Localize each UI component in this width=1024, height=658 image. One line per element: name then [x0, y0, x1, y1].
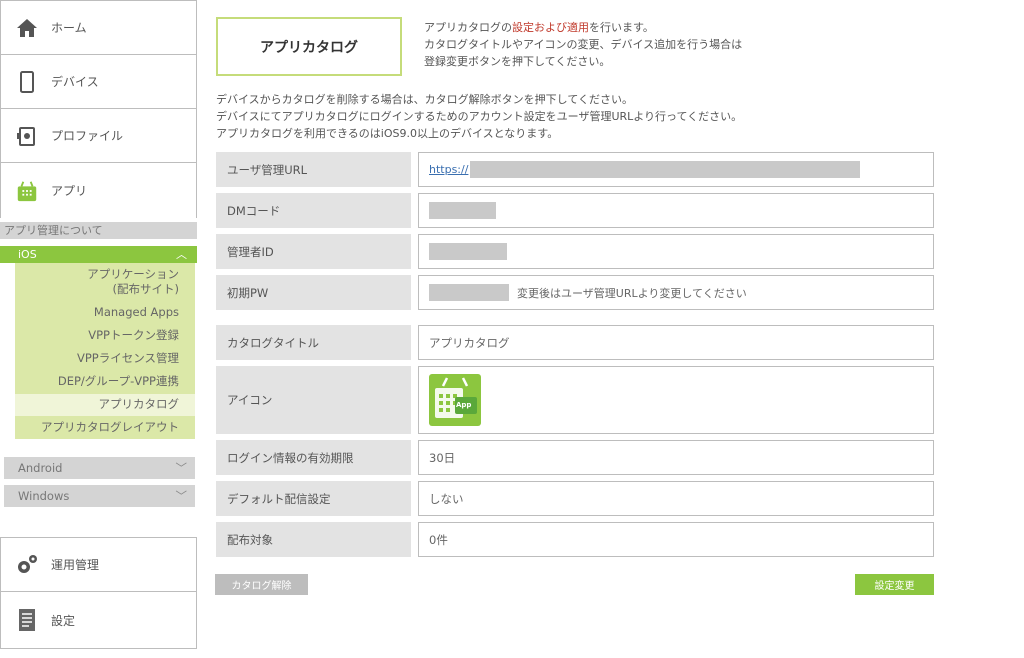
note-line2: デバイスにてアプリカタログにログインするためのアカウント設定をユーザ管理URLよ…: [216, 110, 743, 123]
intro-line1: アプリカタログの設定および適用を行います。: [424, 21, 654, 35]
sidebar: ホーム デバイス プロファイル アプリ アプリ管理について iOS ︿ アプリケ…: [0, 0, 197, 658]
login-expiry-label: ログイン情報の有効期限: [216, 440, 411, 475]
ios-section-toggle[interactable]: iOS ︿: [0, 246, 197, 263]
ios-submenu: アプリケーション (配布サイト) Managed Apps VPPトークン登録 …: [15, 263, 195, 439]
catalog-release-button[interactable]: カタログ解除: [215, 574, 308, 595]
intro-line1-highlight: 設定および適用: [512, 21, 589, 34]
ios-item-app-catalog-layout[interactable]: アプリカタログレイアウト: [41, 420, 179, 435]
nav-profile-label: プロファイル: [51, 129, 124, 143]
user-url-link[interactable]: https://: [429, 163, 468, 176]
ios-item-application-line2: (配布サイト): [112, 282, 179, 296]
note-line1: デバイスからカタログを削除する場合は、カタログ解除ボタンを押下してください。: [216, 93, 634, 106]
initial-pw-redacted: [429, 284, 509, 301]
icon-label: アイコン: [216, 366, 411, 434]
catalog-title-field: アプリカタログ: [418, 325, 934, 360]
android-section-toggle[interactable]: Android ﹀: [4, 457, 195, 479]
nav-profile[interactable]: プロファイル: [0, 108, 197, 163]
default-dist-label: デフォルト配信設定: [216, 481, 411, 516]
user-url-redacted: [470, 161, 861, 178]
ios-item-application-line1: アプリケーション: [87, 267, 179, 281]
ios-item-managed-apps[interactable]: Managed Apps: [94, 305, 179, 320]
intro-line3: 登録変更ボタンを押下してください。: [424, 55, 611, 68]
profile-icon: [15, 124, 39, 148]
android-label: Android: [18, 461, 63, 475]
nav-settings[interactable]: 設定: [0, 591, 197, 649]
chevron-up-icon: ︿: [176, 248, 187, 261]
admin-id-label: 管理者ID: [216, 234, 411, 269]
user-url-field: https://: [418, 152, 934, 187]
ios-item-dep-group-vpp[interactable]: DEP/グループ-VPP連携: [58, 374, 179, 389]
windows-label: Windows: [18, 489, 70, 503]
ios-label: iOS: [18, 248, 37, 261]
admin-id-redacted: [429, 243, 507, 260]
dist-target-field: 0件: [418, 522, 934, 557]
nav-app[interactable]: アプリ: [0, 162, 197, 218]
admin-id-field: [418, 234, 934, 269]
icon-field: App: [418, 366, 934, 434]
user-url-label: ユーザ管理URL: [216, 152, 411, 187]
app-icon: [15, 179, 39, 203]
nav-settings-label: 設定: [51, 613, 76, 628]
nav-operation-label: 運用管理: [51, 558, 100, 572]
settings-change-button[interactable]: 設定変更: [855, 574, 934, 595]
app-management-about[interactable]: アプリ管理について: [0, 222, 197, 239]
intro-line2: カタログタイトルやアイコンの変更、デバイス追加を行う場合は: [424, 38, 743, 51]
gear-icon: [15, 553, 39, 577]
nav-device-label: デバイス: [51, 75, 99, 89]
dm-code-label: DMコード: [216, 193, 411, 228]
dist-target-label: 配布対象: [216, 522, 411, 557]
ios-item-vpp-token[interactable]: VPPトークン登録: [88, 328, 179, 343]
nav-operation[interactable]: 運用管理: [0, 537, 197, 592]
dm-code-redacted: [429, 202, 496, 219]
device-icon: [15, 70, 39, 94]
initial-pw-field: 変更後はユーザ管理URLより変更してください: [418, 275, 934, 310]
ios-item-application[interactable]: アプリケーション (配布サイト): [87, 267, 179, 297]
home-icon: [15, 16, 39, 40]
chevron-down-icon: ﹀: [175, 461, 188, 475]
initial-pw-label: 初期PW: [216, 275, 411, 310]
app-icon-text: App: [456, 401, 472, 409]
default-dist-field: しない: [418, 481, 934, 516]
intro-line1-post: を行います。: [589, 21, 654, 34]
intro-line1-pre: アプリカタログの: [424, 21, 512, 34]
catalog-title-label: カタログタイトル: [216, 325, 411, 360]
login-expiry-field: 30日: [418, 440, 934, 475]
initial-pw-note: 変更後はユーザ管理URLより変更してください: [517, 286, 747, 300]
windows-section-toggle[interactable]: Windows ﹀: [4, 485, 195, 507]
note-line3: アプリカタログを利用できるのはiOS9.0以上のデバイスとなります。: [216, 127, 559, 140]
nav-app-label: アプリ: [51, 184, 88, 198]
nav-home-label: ホーム: [51, 21, 87, 35]
dm-code-field: [418, 193, 934, 228]
page-title: アプリカタログ: [216, 17, 402, 76]
ios-item-app-catalog[interactable]: アプリカタログ: [99, 397, 180, 412]
nav-device[interactable]: デバイス: [0, 54, 197, 109]
nav-home[interactable]: ホーム: [0, 0, 197, 55]
app-catalog-icon: App: [429, 374, 481, 426]
settings-document-icon: [15, 608, 39, 632]
ios-item-vpp-license[interactable]: VPPライセンス管理: [77, 351, 179, 366]
chevron-down-icon: ﹀: [175, 489, 188, 503]
